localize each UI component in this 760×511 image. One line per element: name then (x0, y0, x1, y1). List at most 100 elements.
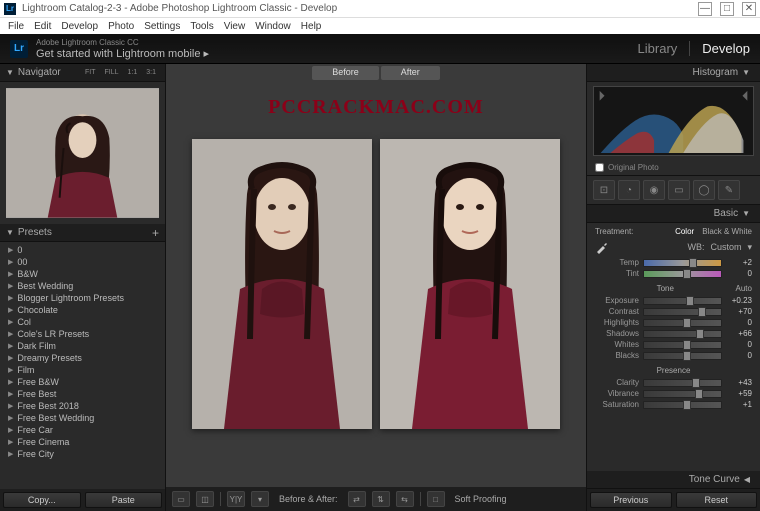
slider-thumb[interactable] (683, 340, 691, 350)
whites-slider[interactable] (643, 341, 722, 349)
ba-mode-3-icon[interactable]: ⇆ (396, 491, 414, 507)
preset-folder[interactable]: ▶Free Best (0, 388, 165, 400)
graduated-filter-icon[interactable]: ▭ (668, 180, 690, 200)
basic-header[interactable]: Basic ▼ (587, 205, 760, 223)
slider-thumb[interactable] (696, 329, 704, 339)
shadows-value[interactable]: +66 (726, 329, 752, 338)
tint-slider[interactable] (643, 270, 722, 278)
menu-tools[interactable]: Tools (186, 21, 217, 32)
dropdown-icon[interactable]: ▾ (747, 242, 752, 253)
whites-value[interactable]: 0 (726, 340, 752, 349)
highlights-value[interactable]: 0 (726, 318, 752, 327)
contrast-value[interactable]: +70 (726, 307, 752, 316)
histogram-header[interactable]: Histogram ▼ (587, 64, 760, 82)
navigator-preview[interactable] (6, 88, 159, 218)
slider-thumb[interactable] (683, 269, 691, 279)
preset-folder[interactable]: ▶Blogger Lightroom Presets (0, 292, 165, 304)
preset-folder[interactable]: ▶Free B&W (0, 376, 165, 388)
crop-tool-icon[interactable]: ⊡ (593, 180, 615, 200)
before-image[interactable] (192, 139, 372, 429)
preset-folder[interactable]: ▶00 (0, 256, 165, 268)
compare-view-icon[interactable]: ◫ (196, 491, 214, 507)
tint-value[interactable]: 0 (726, 269, 752, 278)
previous-button[interactable]: Previous (590, 492, 672, 508)
slider-thumb[interactable] (683, 318, 691, 328)
preset-folder[interactable]: ▶Col (0, 316, 165, 328)
slider-thumb[interactable] (683, 400, 691, 410)
spot-removal-icon[interactable]: ◔ (618, 180, 640, 200)
nav-mode-1to1[interactable]: 1:1 (125, 68, 141, 77)
tone-curve-header[interactable]: Tone Curve ◀ (587, 471, 760, 489)
preset-folder[interactable]: ▶Free Car (0, 424, 165, 436)
menu-help[interactable]: Help (297, 21, 326, 32)
reset-button[interactable]: Reset (676, 492, 758, 508)
close-button[interactable]: ✕ (742, 2, 756, 16)
menu-view[interactable]: View (220, 21, 250, 32)
radial-filter-icon[interactable]: ◯ (693, 180, 715, 200)
module-develop[interactable]: Develop (702, 41, 750, 56)
preset-folder[interactable]: ▶Free Best Wedding (0, 412, 165, 424)
histogram-display[interactable] (593, 86, 754, 156)
ba-mode-1-icon[interactable]: ⇄ (348, 491, 366, 507)
after-image[interactable] (380, 139, 560, 429)
preset-folder[interactable]: ▶0 (0, 244, 165, 256)
menu-file[interactable]: File (4, 21, 28, 32)
saturation-slider[interactable] (643, 401, 722, 409)
paste-button[interactable]: Paste (85, 492, 163, 508)
slider-thumb[interactable] (683, 351, 691, 361)
contrast-slider[interactable] (643, 308, 722, 316)
minimize-button[interactable]: — (698, 2, 712, 16)
wb-value[interactable]: Custom (710, 242, 741, 252)
presets-header[interactable]: ▼ Presets + (0, 224, 165, 242)
menu-photo[interactable]: Photo (104, 21, 138, 32)
soft-proof-toggle[interactable]: □ (427, 491, 445, 507)
slider-thumb[interactable] (692, 378, 700, 388)
adjustment-brush-icon[interactable]: ✎ (718, 180, 740, 200)
menu-develop[interactable]: Develop (57, 21, 102, 32)
preset-folder[interactable]: ▶Free Best 2018 (0, 400, 165, 412)
nav-mode-3to1[interactable]: 3:1 (143, 68, 159, 77)
original-photo-checkbox[interactable] (595, 163, 604, 172)
vibrance-value[interactable]: +59 (726, 389, 752, 398)
clarity-slider[interactable] (643, 379, 722, 387)
temp-slider[interactable] (643, 259, 722, 267)
exposure-value[interactable]: +0.23 (726, 296, 752, 305)
slider-thumb[interactable] (686, 296, 694, 306)
exposure-slider[interactable] (643, 297, 722, 305)
maximize-button[interactable]: □ (720, 2, 734, 16)
slider-thumb[interactable] (689, 258, 697, 268)
menu-settings[interactable]: Settings (140, 21, 184, 32)
preset-folder[interactable]: ▶Cole's LR Presets (0, 328, 165, 340)
menu-window[interactable]: Window (251, 21, 295, 32)
blacks-value[interactable]: 0 (726, 351, 752, 360)
preset-folder[interactable]: ▶Free City (0, 448, 165, 460)
before-after-swap-icon[interactable]: Y|Y (227, 491, 245, 507)
clarity-value[interactable]: +43 (726, 378, 752, 387)
mobile-tagline[interactable]: Get started with Lightroom mobile ▸ (36, 47, 209, 60)
blacks-slider[interactable] (643, 352, 722, 360)
add-preset-icon[interactable]: + (152, 226, 159, 240)
loupe-view-icon[interactable]: ▭ (172, 491, 190, 507)
shadows-slider[interactable] (643, 330, 722, 338)
preset-folder[interactable]: ▶Best Wedding (0, 280, 165, 292)
menu-edit[interactable]: Edit (30, 21, 55, 32)
preset-folder[interactable]: ▶B&W (0, 268, 165, 280)
copy-button[interactable]: Copy... (3, 492, 81, 508)
nav-mode-fit[interactable]: FIT (82, 68, 99, 77)
preset-folder[interactable]: ▶Chocolate (0, 304, 165, 316)
dropdown-icon[interactable]: ▾ (251, 491, 269, 507)
preset-folder[interactable]: ▶Film (0, 364, 165, 376)
saturation-value[interactable]: +1 (726, 400, 752, 409)
auto-button[interactable]: Auto (736, 284, 752, 293)
slider-thumb[interactable] (695, 389, 703, 399)
navigator-header[interactable]: ▼ Navigator FIT FILL 1:1 3:1 (0, 64, 165, 82)
vibrance-slider[interactable] (643, 390, 722, 398)
preset-folder[interactable]: ▶Dark Film (0, 340, 165, 352)
ba-mode-2-icon[interactable]: ⇅ (372, 491, 390, 507)
temp-value[interactable]: +2 (726, 258, 752, 267)
redeye-tool-icon[interactable]: ◉ (643, 180, 665, 200)
slider-thumb[interactable] (698, 307, 706, 317)
treatment-color[interactable]: Color (675, 227, 694, 236)
treatment-bw[interactable]: Black & White (702, 227, 752, 236)
nav-mode-fill[interactable]: FILL (102, 68, 122, 77)
